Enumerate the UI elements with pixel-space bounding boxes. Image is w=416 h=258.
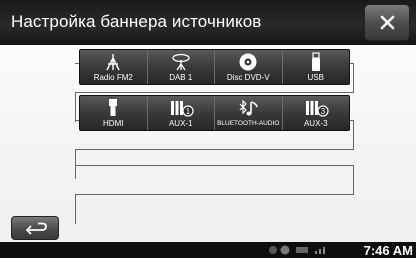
source-row-2[interactable]: HDMI 1 AUX-1 BLUETOOTH-AUDIO 3 AUX-3 [79, 95, 350, 131]
close-icon [380, 15, 395, 30]
source-label: USB [307, 73, 324, 82]
aux-number-badge: 3 [321, 107, 326, 116]
signal-icon [315, 251, 317, 254]
dab-antenna-icon [172, 53, 190, 71]
aux-number-badge: 1 [186, 107, 191, 116]
phone-icon [269, 246, 277, 254]
source-item-disc[interactable]: Disc DVD-V [214, 50, 282, 84]
source-item-bluetooth-audio[interactable]: BLUETOOTH-AUDIO [214, 96, 282, 130]
disc-icon [239, 53, 257, 71]
banner-frame [75, 165, 354, 195]
back-arrow-icon [25, 222, 47, 235]
source-label: BLUETOOTH-AUDIO [217, 120, 280, 127]
source-banner-settings-screen: Настройка баннера источников Radio FM2 D… [0, 0, 416, 258]
back-button[interactable] [11, 216, 59, 240]
source-label: Disc DVD-V [226, 73, 270, 82]
source-label: DAB 1 [169, 73, 193, 82]
title-bar: Настройка баннера источников [0, 0, 416, 45]
hdmi-icon [109, 99, 118, 116]
source-item-radio[interactable]: Radio FM2 [80, 50, 147, 84]
source-label: Radio FM2 [93, 73, 133, 82]
source-item-hdmi[interactable]: HDMI [80, 96, 147, 130]
bluetooth-audio-icon [239, 99, 259, 116]
aux-icon: 1 [170, 101, 194, 117]
bluetooth-status-icon [280, 245, 290, 255]
close-button[interactable] [364, 4, 410, 41]
source-label: HDMI [103, 119, 124, 128]
source-item-usb[interactable]: USB [281, 50, 350, 84]
banner-frame [75, 194, 354, 224]
source-label: AUX-3 [303, 119, 328, 128]
aux-icon: 3 [305, 101, 329, 117]
source-item-aux-1[interactable]: 1 AUX-1 [146, 96, 215, 130]
source-label: AUX-1 [168, 119, 193, 128]
battery-icon [296, 247, 308, 253]
source-item-aux-3[interactable]: 3 AUX-3 [281, 96, 350, 130]
status-bar: 7:46 AM [0, 242, 416, 258]
antenna-icon [106, 54, 120, 71]
status-icons [269, 245, 325, 255]
source-item-dab[interactable]: DAB 1 [146, 50, 215, 84]
clock: 7:46 AM [363, 243, 413, 258]
source-row-1[interactable]: Radio FM2 DAB 1 Disc DVD-V USB [79, 49, 350, 85]
page-title: Настройка баннера источников [11, 12, 262, 31]
usb-icon [311, 52, 320, 71]
